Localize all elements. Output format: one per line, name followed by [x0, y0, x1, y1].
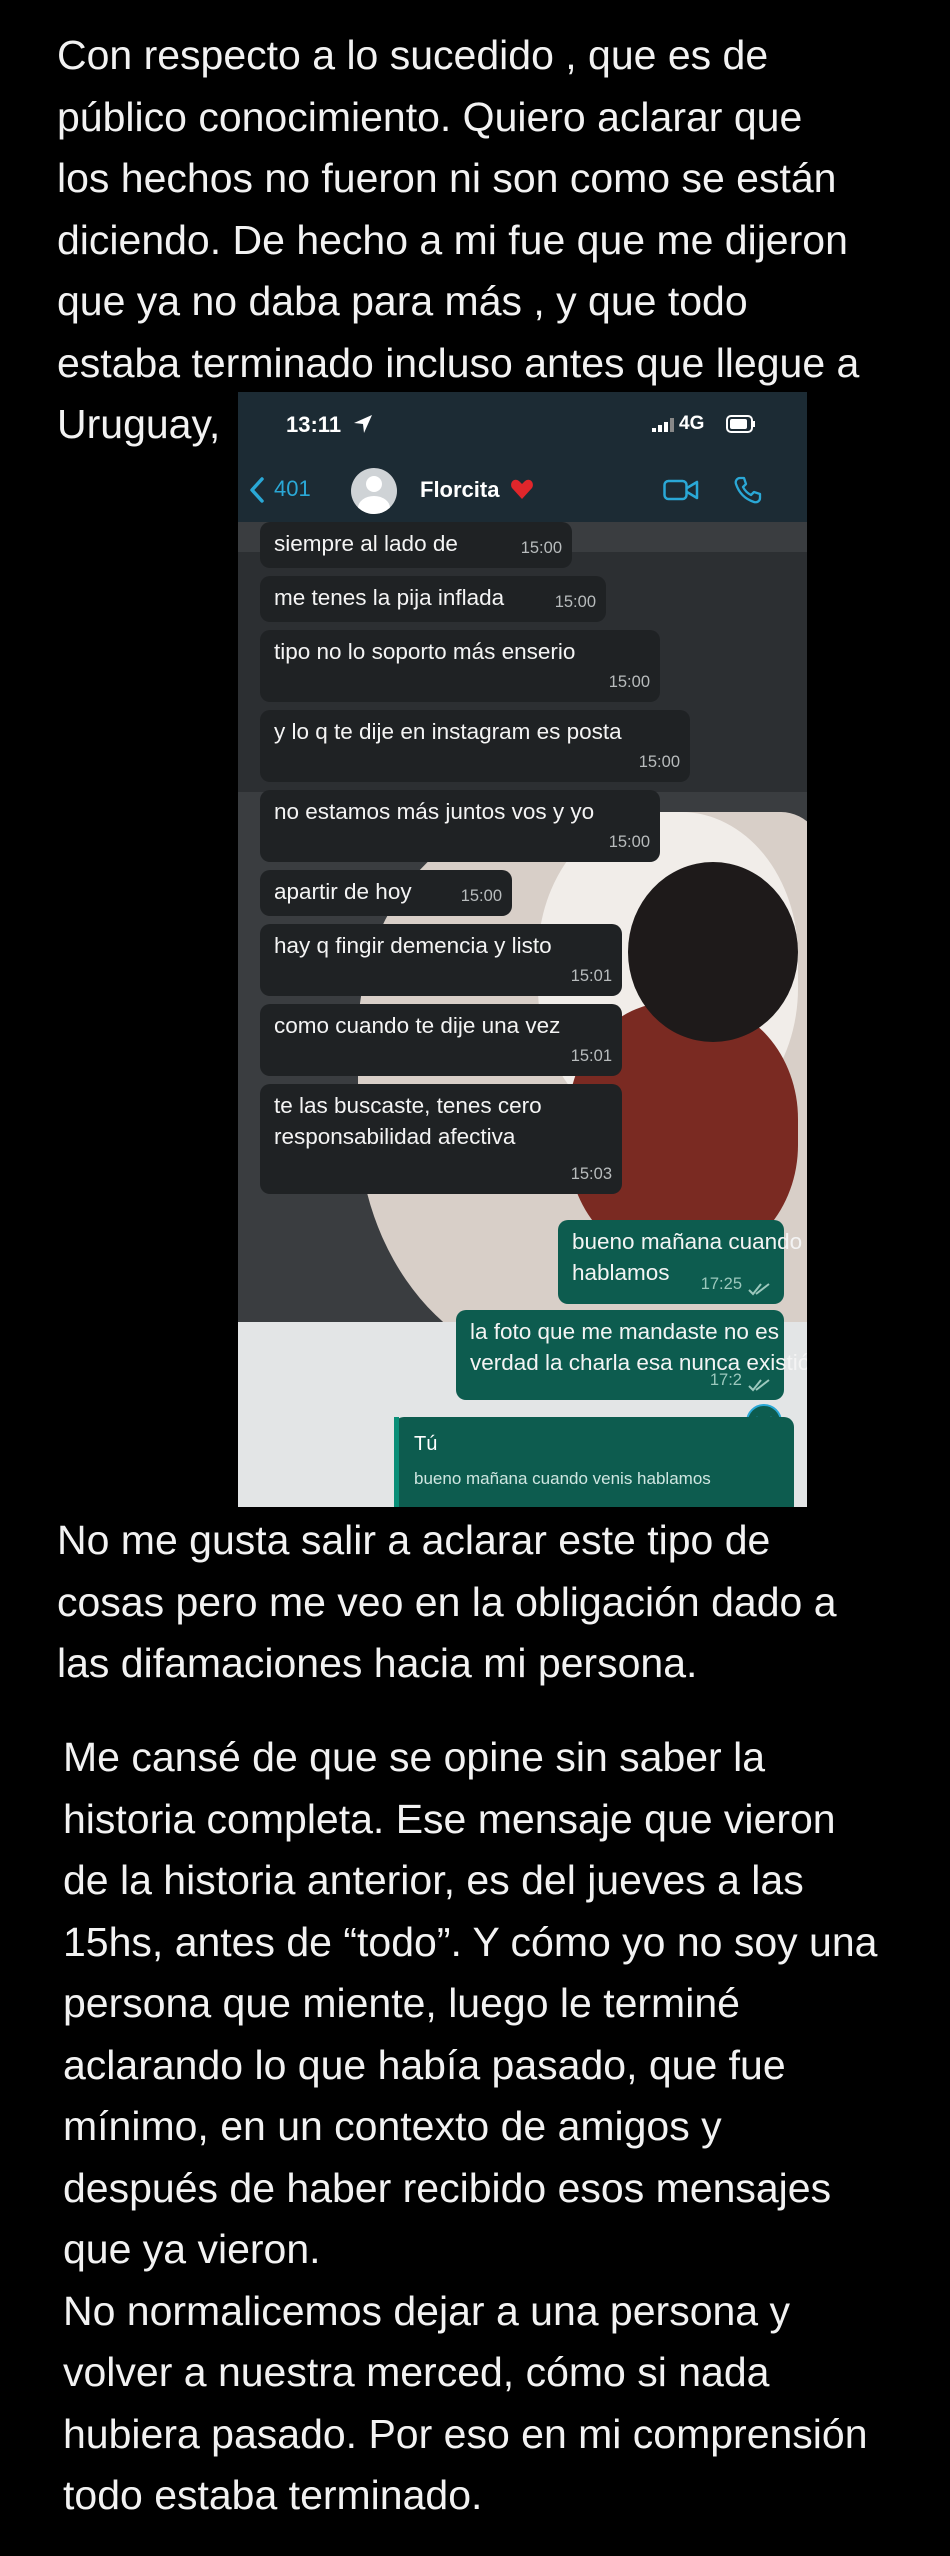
back-chevron-icon[interactable]: [248, 476, 266, 504]
intro-line: público conocimiento. Quiero aclarar que: [57, 93, 803, 140]
closing-line: hubiera pasado. Por eso en mi comprensió…: [63, 2410, 868, 2457]
reply-author: Tú: [414, 1433, 438, 1455]
message-text: hay q fingir demencia y listo: [274, 933, 552, 958]
message-text: y lo q te dije en instagram es posta: [274, 719, 622, 744]
battery-icon: [726, 415, 755, 433]
closing-line: Me cansé de que se opine sin saber la: [63, 1734, 766, 1780]
chat-header: 401 Florcita: [238, 458, 807, 522]
avatar[interactable]: [351, 468, 397, 514]
closing-line: todo estaba terminado.: [63, 2472, 483, 2518]
signal-bars-icon: [652, 418, 674, 432]
incoming-message[interactable]: te las buscaste, tenes cero responsabili…: [260, 1084, 622, 1194]
read-ticks-icon: [748, 1379, 770, 1392]
closing-line: aclarando lo que había pasado, que fue: [63, 2041, 786, 2088]
message-time: 15:03: [570, 1165, 612, 1183]
message-text: siempre al lado de: [274, 531, 458, 556]
closing-line: que ya vieron.: [63, 2226, 321, 2272]
message-text: la foto que me mandaste no es verdad la …: [470, 1319, 807, 1375]
middle-line: las difamaciones hacia mi persona.: [57, 1640, 698, 1686]
intro-line: estaba terminado incluso antes que llegu…: [57, 339, 860, 386]
message-time: 15:00: [608, 833, 650, 851]
closing-line: volver a nuestra merced, cómo si nada: [63, 2349, 770, 2395]
location-arrow-icon: [354, 415, 372, 433]
incoming-message[interactable]: como cuando te dije una vez 15:01: [260, 1004, 622, 1076]
middle-line: No me gusta salir a aclarar este tipo de: [57, 1517, 771, 1563]
intro-line: Con respecto a lo sucedido , que es de: [57, 32, 769, 78]
closing-line: No normalicemos dejar a una persona y: [63, 2287, 790, 2334]
incoming-message[interactable]: no estamos más juntos vos y yo 15:00: [260, 790, 660, 862]
outgoing-message[interactable]: la foto que me mandaste no es verdad la …: [456, 1310, 807, 1400]
incoming-message[interactable]: hay q fingir demencia y listo 15:01: [260, 924, 622, 996]
reply-preview[interactable]: Tú bueno mañana cuando venis hablamos: [394, 1417, 794, 1507]
message-time: 17:25: [700, 1275, 742, 1293]
message-text: como cuando te dije una vez: [274, 1013, 561, 1038]
message-text: bueno mañana cuando venis hablamos: [572, 1229, 803, 1285]
message-time: 15:01: [570, 967, 612, 985]
intro-line: diciendo. De hecho a mi fue que me dijer…: [57, 216, 848, 263]
closing-line: 15hs, antes de “todo”. Y cómo yo no soy …: [63, 1918, 878, 1965]
incoming-message[interactable]: apartir de hoy 15:00: [260, 870, 512, 916]
status-time: 13:11: [286, 412, 342, 437]
intro-line: los hechos no fueron ni son como se está…: [57, 155, 837, 201]
message-text: me tenes la pija inflada: [274, 585, 505, 610]
heart-icon: [511, 479, 533, 499]
outgoing-message[interactable]: bueno mañana cuando venis hablamos17:25: [558, 1220, 802, 1304]
reply-text: bueno mañana cuando venis hablamos: [414, 1469, 711, 1488]
read-ticks-icon: [748, 1283, 770, 1296]
message-time: 15:00: [554, 593, 596, 611]
message-time: 15:00: [460, 887, 502, 905]
message-time: 17:2: [709, 1371, 742, 1389]
message-text: tipo no lo soporto más enserio: [274, 639, 576, 664]
message-time: 15:00: [520, 539, 562, 557]
incoming-message[interactable]: y lo q te dije en instagram es posta 15:0…: [260, 710, 690, 782]
closing-line: después de haber recibido esos mensajes: [63, 2164, 832, 2211]
contact-name[interactable]: Florcita: [420, 477, 499, 503]
phone-call-icon[interactable]: [734, 476, 762, 504]
reply-accent-bar: [394, 1417, 399, 1507]
incoming-message[interactable]: siempre al lado de 15:00: [260, 522, 572, 568]
message-text: apartir de hoy: [274, 879, 412, 904]
message-text: te las buscaste, tenes cero responsabili…: [274, 1093, 542, 1149]
incoming-message[interactable]: tipo no lo soporto más enserio 15:00: [260, 630, 660, 702]
incoming-message[interactable]: me tenes la pija inflada 15:00: [260, 576, 606, 622]
closing-line: de la historia anterior, es del jueves a…: [63, 1857, 804, 1903]
network-label: 4G: [679, 413, 705, 434]
back-unread-count[interactable]: 401: [274, 476, 311, 502]
closing-line: persona que miente, luego le terminé: [63, 1980, 740, 2026]
story-intro-text: Con respecto a lo sucedido , que es de pú…: [57, 25, 950, 456]
closing-line: mínimo, en un contexto de amigos y: [63, 2103, 722, 2149]
story-closing-text: Me cansé de que se opine sin saber la his…: [63, 1727, 950, 2527]
chat-screenshot: 13:11 4G 401 Florcita siempre al lado de…: [238, 392, 807, 1507]
status-bar: 13:11 4G: [238, 392, 807, 458]
intro-line: que ya no daba para más , y que todo: [57, 278, 748, 324]
closing-line: historia completa. Ese mensaje que viero…: [63, 1795, 836, 1842]
message-time: 15:00: [638, 753, 680, 771]
message-time: 15:01: [570, 1047, 612, 1065]
message-time: 15:00: [608, 673, 650, 691]
message-text: no estamos más juntos vos y yo: [274, 799, 595, 824]
video-call-icon[interactable]: [663, 478, 699, 502]
middle-line: cosas pero me veo en la obligación dado …: [57, 1578, 837, 1625]
story-middle-text: No me gusta salir a aclarar este tipo de…: [57, 1510, 950, 1695]
